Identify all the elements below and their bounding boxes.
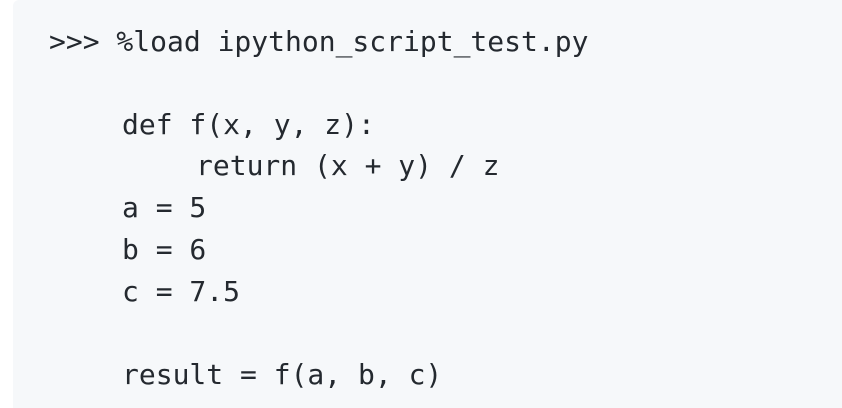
page: >>> %load ipython_script_test.py def f(x…: [0, 0, 842, 408]
code-line-c: c = 7.5: [122, 275, 241, 308]
code-line-b: b = 6: [122, 233, 207, 266]
code-line-result: result = f(a, b, c): [122, 358, 443, 391]
code-content: >>> %load ipython_script_test.py def f(x…: [49, 0, 588, 391]
code-line-return: return (x + y) / z: [196, 149, 500, 182]
code-line-def: def f(x, y, z):: [122, 108, 375, 141]
code-line-prompt: >>> %load ipython_script_test.py: [49, 25, 589, 58]
code-line-a: a = 5: [122, 191, 207, 224]
code-block[interactable]: >>> %load ipython_script_test.py def f(x…: [13, 0, 842, 408]
